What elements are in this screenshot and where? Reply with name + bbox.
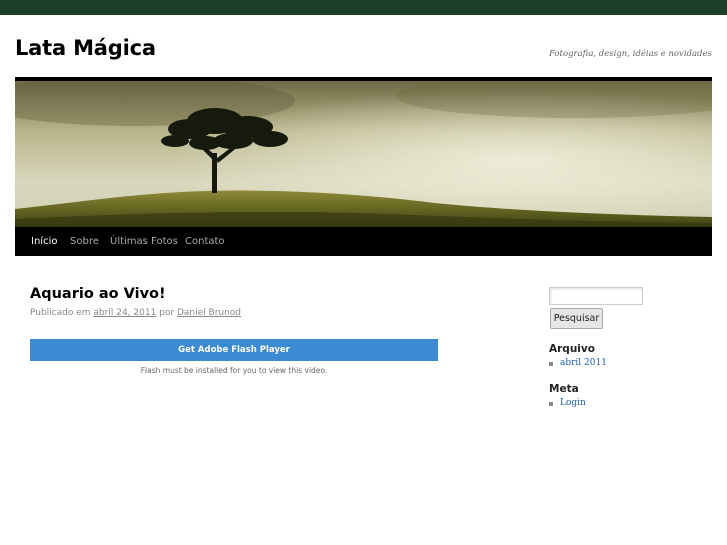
post-date-link[interactable]: abril 24, 2011 (93, 308, 156, 318)
flash-required-note: Flash must be installed for you to view … (140, 366, 328, 375)
archive-item[interactable]: abril 2011 (549, 358, 607, 368)
bullet-icon (549, 362, 553, 366)
meta-item-label[interactable]: Login (560, 398, 586, 408)
post-author-link[interactable]: Daniel Brunod (177, 308, 241, 318)
bullet-icon (549, 402, 553, 406)
archive-item-label[interactable]: abril 2011 (560, 358, 607, 368)
post-meta-prefix: Publicado em (30, 308, 91, 318)
search-input[interactable] (549, 287, 643, 305)
nav-item-ultimas-fotos[interactable]: Últimas Fotos (110, 227, 178, 256)
nav-item-sobre[interactable]: Sobre (70, 227, 99, 256)
post-title[interactable]: Aquario ao Vivo! (30, 286, 166, 302)
search-button[interactable]: Pesquisar (550, 308, 603, 329)
post-meta-by: por (159, 308, 175, 318)
nav-item-contato[interactable]: Contato (185, 227, 225, 256)
site-title[interactable]: Lata Mágica (15, 36, 156, 60)
meta-item[interactable]: Login (549, 398, 586, 408)
archive-list: abril 2011 (549, 358, 607, 368)
archive-widget-title: Arquivo (549, 343, 595, 355)
get-flash-player-button[interactable]: Get Adobe Flash Player (30, 339, 438, 361)
meta-widget-title: Meta (549, 383, 579, 395)
header-banner-image (15, 81, 712, 227)
main-navigation: Início Sobre Últimas Fotos Contato (15, 227, 712, 256)
post-meta: Publicado em abril 24, 2011 por Daniel B… (30, 308, 241, 318)
nav-item-inicio[interactable]: Início (31, 227, 57, 256)
top-bar (0, 0, 727, 15)
meta-list: Login (549, 398, 586, 408)
site-description: Fotografia, design, idéias e novidades (549, 49, 712, 59)
